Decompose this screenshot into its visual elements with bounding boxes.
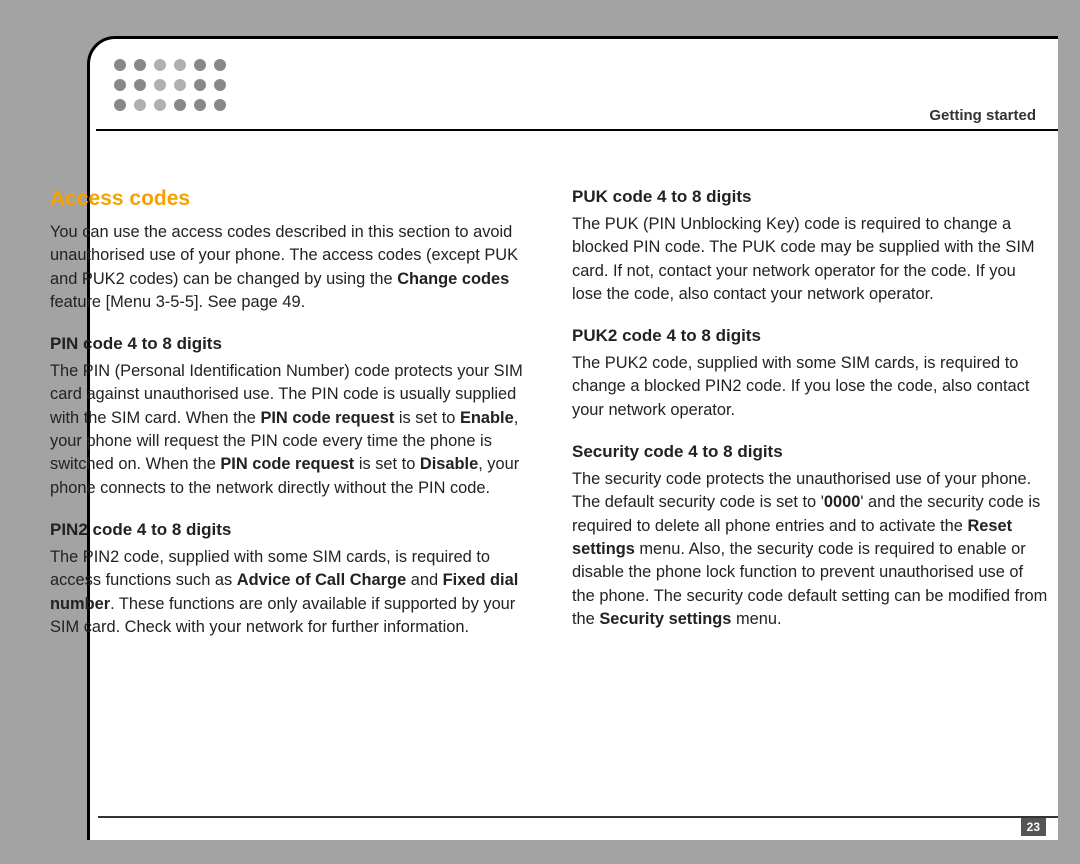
bold-text: Change codes: [397, 270, 509, 288]
puk2-heading: PUK2 code 4 to 8 digits: [572, 326, 1050, 346]
intro-paragraph: You can use the access codes described i…: [50, 221, 528, 314]
bold-text: Enable: [460, 409, 514, 427]
decorative-dot-grid: [114, 59, 232, 117]
content-columns: Access codes You can use the access code…: [50, 187, 1050, 639]
security-heading: Security code 4 to 8 digits: [572, 442, 1050, 462]
bold-text: Security settings: [599, 610, 731, 628]
page-title: Access codes: [50, 187, 528, 211]
puk-heading: PUK code 4 to 8 digits: [572, 187, 1050, 207]
page-number: 23: [1021, 818, 1046, 836]
right-column: PUK code 4 to 8 digits The PUK (PIN Unbl…: [572, 187, 1050, 639]
pin2-paragraph: The PIN2 code, supplied with some SIM ca…: [50, 546, 528, 639]
bold-text: PIN code request: [260, 409, 394, 427]
footer-rule: [98, 816, 1058, 818]
section-header: Getting started: [929, 107, 1036, 124]
pin-paragraph: The PIN (Personal Identification Number)…: [50, 360, 528, 500]
text: menu.: [731, 610, 781, 628]
pin2-heading: PIN2 code 4 to 8 digits: [50, 520, 528, 540]
text: The PUK (PIN Unblocking Key) code is req…: [572, 215, 1035, 303]
bold-text: 0000: [824, 493, 860, 511]
bold-text: PIN code request: [220, 455, 354, 473]
manual-page: Getting started Access codes You can use…: [87, 36, 1058, 840]
header-rule: [96, 129, 1058, 131]
bold-text: Disable: [420, 455, 478, 473]
text: is set to: [394, 409, 460, 427]
text: feature [Menu 3-5-5]. See page 49.: [50, 293, 305, 311]
puk2-paragraph: The PUK2 code, supplied with some SIM ca…: [572, 352, 1050, 422]
text: is set to: [354, 455, 420, 473]
left-column: Access codes You can use the access code…: [50, 187, 528, 639]
text: . These functions are only available if …: [50, 595, 515, 636]
puk-paragraph: The PUK (PIN Unblocking Key) code is req…: [572, 213, 1050, 306]
text: The PUK2 code, supplied with some SIM ca…: [572, 354, 1029, 419]
bold-text: Advice of Call Charge: [237, 571, 406, 589]
security-paragraph: The security code protects the unauthori…: [572, 468, 1050, 631]
pin-heading: PIN code 4 to 8 digits: [50, 334, 528, 354]
text: and: [406, 571, 442, 589]
